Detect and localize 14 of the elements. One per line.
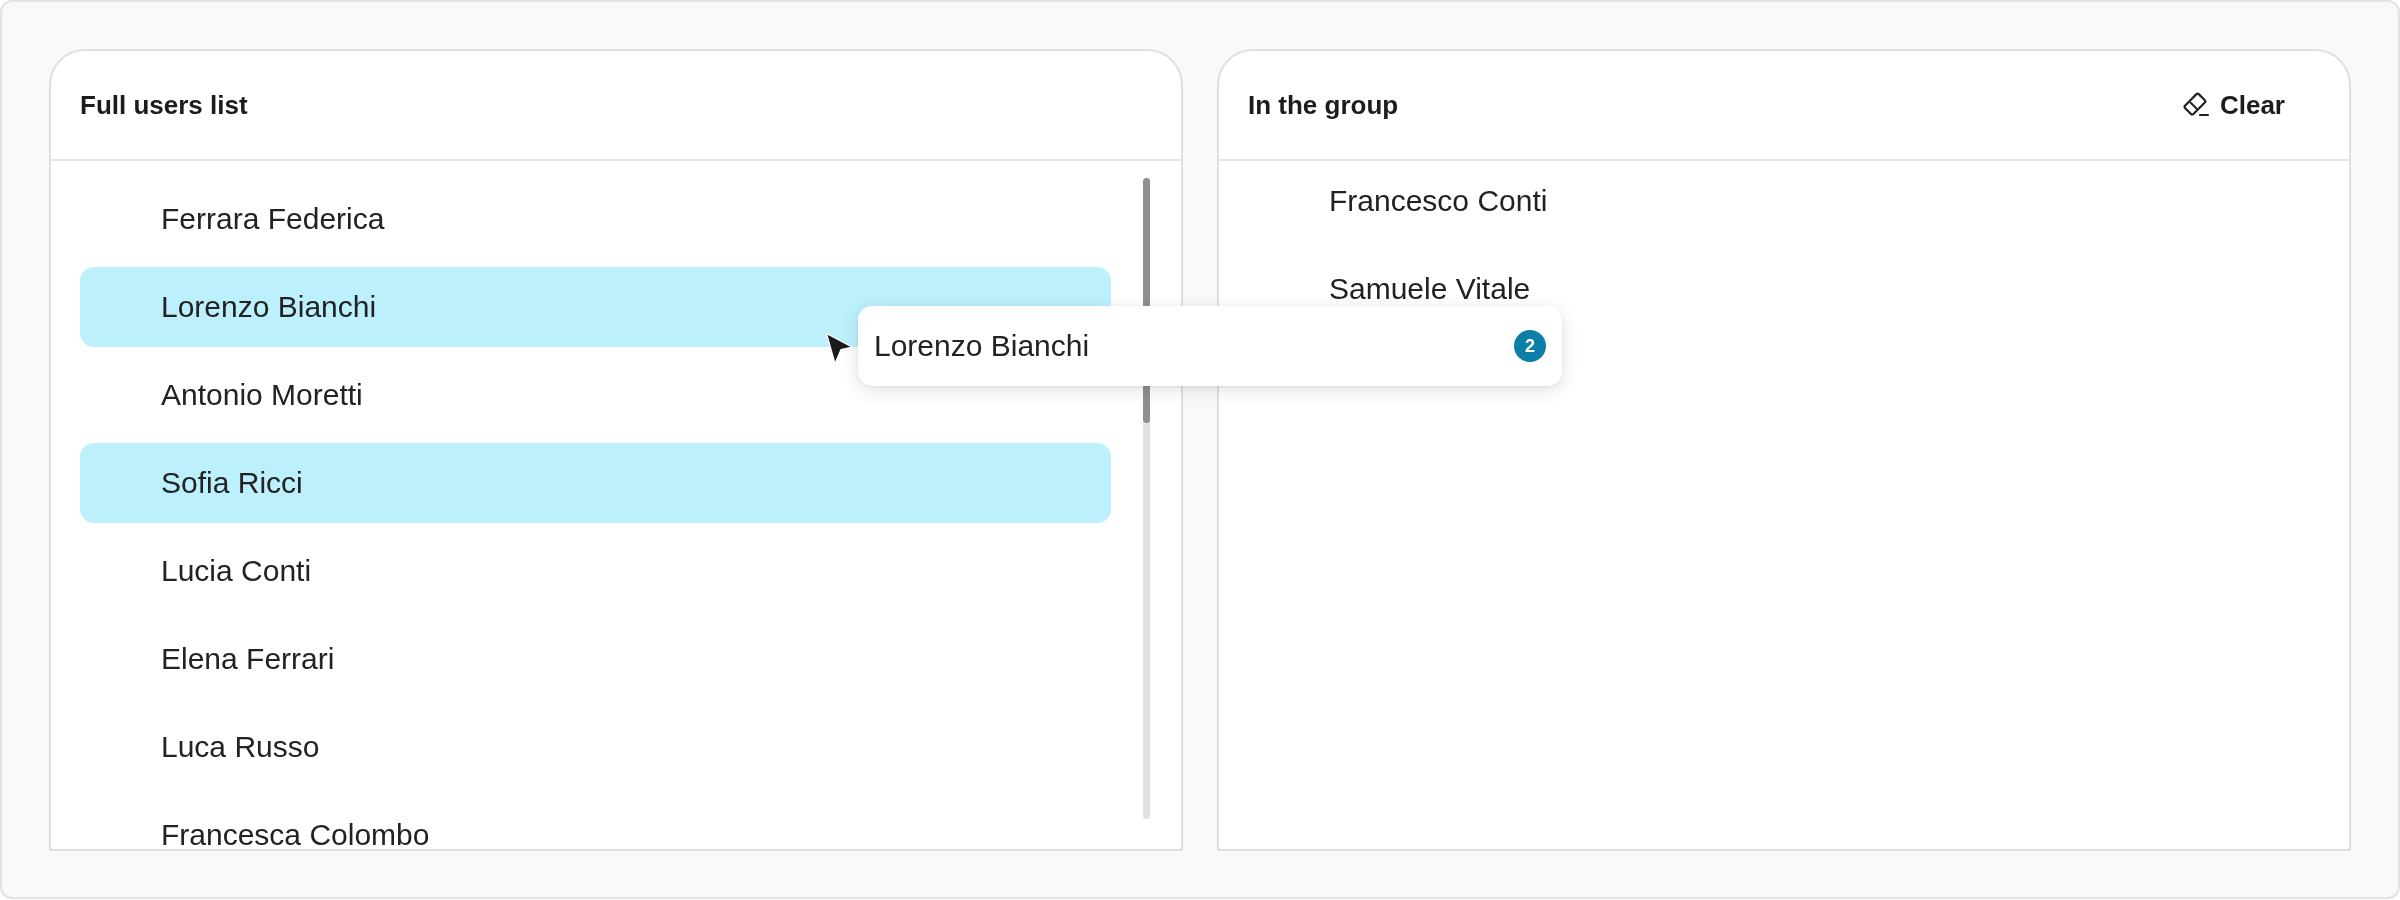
user-list-item[interactable]: Sofia Ricci — [80, 443, 1111, 523]
user-list-item[interactable]: Ferrara Federica — [80, 179, 1111, 259]
eraser-icon — [2181, 92, 2210, 118]
panel-title: Full users list — [80, 89, 248, 121]
panel-title: In the group — [1248, 89, 1399, 121]
user-list-item[interactable]: Elena Ferrari — [80, 619, 1111, 699]
member-list-item[interactable]: Francesco Conti — [1248, 161, 2279, 241]
user-list-item[interactable]: Lucia Conti — [80, 531, 1111, 611]
member-list-item[interactable]: Samuele Vitale — [1248, 249, 2279, 329]
clear-button[interactable]: Clear — [2165, 81, 2301, 129]
mouse-pointer-icon — [825, 332, 853, 365]
user-list-item[interactable]: Francesca Colombo — [80, 795, 1111, 849]
count-badge: 2 — [1514, 330, 1546, 362]
user-list-item[interactable]: Luca Russo — [80, 707, 1111, 787]
